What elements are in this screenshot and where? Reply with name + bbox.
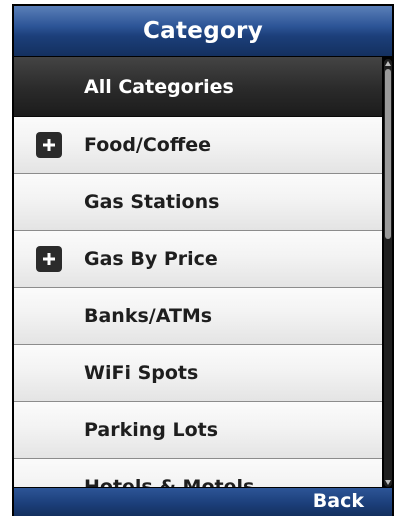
category-label: Gas Stations: [84, 191, 220, 213]
category-item-hotels-motels[interactable]: Hotels & Motels: [14, 459, 382, 487]
category-item-all-categories[interactable]: All Categories: [14, 57, 382, 117]
title-bar: Category: [14, 6, 392, 56]
plus-icon[interactable]: [36, 246, 62, 272]
category-label: WiFi Spots: [84, 362, 199, 384]
category-item-gas-by-price[interactable]: Gas By Price: [14, 231, 382, 288]
back-button[interactable]: Back: [313, 490, 364, 512]
scrollbar[interactable]: [384, 59, 392, 487]
plus-icon[interactable]: [36, 132, 62, 158]
category-item-banks-atms[interactable]: Banks/ATMs: [14, 288, 382, 345]
category-label: Hotels & Motels: [84, 476, 255, 487]
category-item-parking-lots[interactable]: Parking Lots: [14, 402, 382, 459]
category-item-food-coffee[interactable]: Food/Coffee: [14, 117, 382, 174]
category-label: Banks/ATMs: [84, 305, 213, 327]
scroll-thumb[interactable]: [385, 69, 391, 239]
category-label: All Categories: [84, 75, 234, 98]
softkey-bar: Back: [14, 488, 392, 516]
scroll-down-arrow-icon: [385, 480, 391, 485]
category-label: Parking Lots: [84, 419, 219, 441]
scroll-up-arrow-icon: [385, 61, 391, 66]
app-frame: Category All Categories Food/Coffee Gas …: [12, 4, 394, 516]
category-item-gas-stations[interactable]: Gas Stations: [14, 174, 382, 231]
category-item-wifi-spots[interactable]: WiFi Spots: [14, 345, 382, 402]
category-label: Gas By Price: [84, 248, 218, 270]
category-list: All Categories Food/Coffee Gas Stations …: [14, 57, 382, 487]
category-label: Food/Coffee: [84, 134, 212, 156]
page-title: Category: [143, 18, 263, 44]
